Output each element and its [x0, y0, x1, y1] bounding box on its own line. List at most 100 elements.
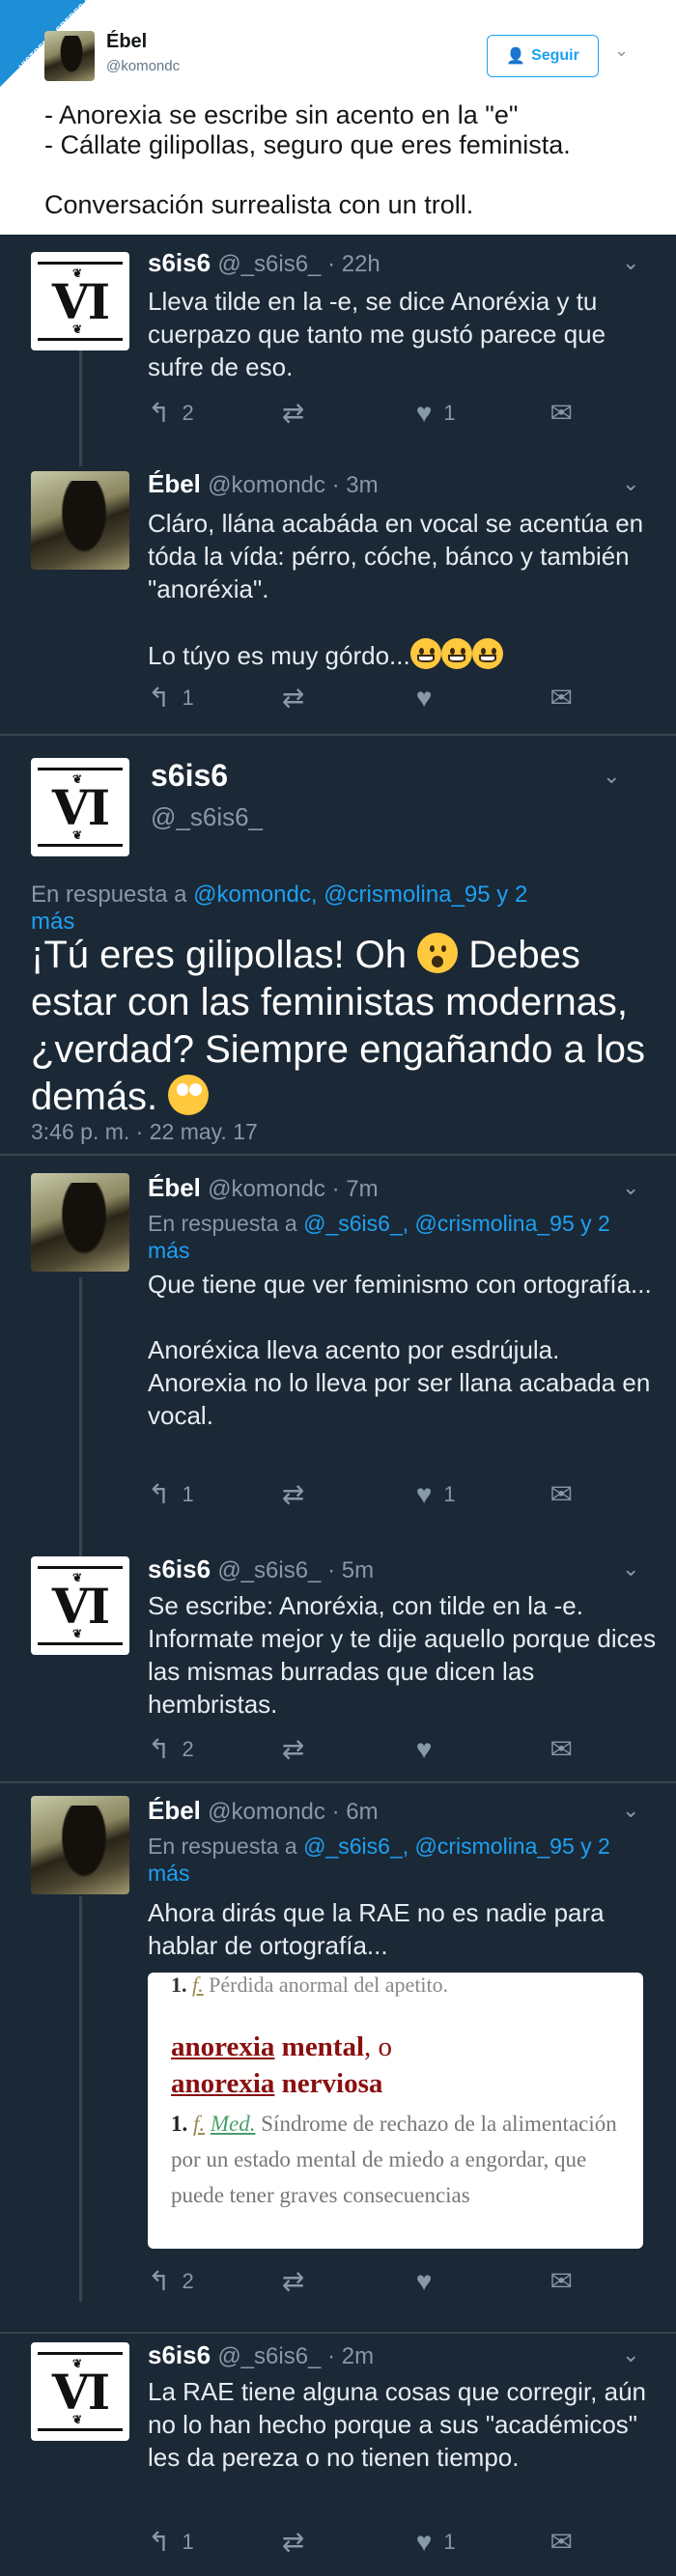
reply-count: 1: [182, 686, 194, 710]
tweet: Ébel @komondc · 3m ⌄ Cláro, llána acabád…: [0, 468, 676, 719]
reply-icon: ↰: [148, 398, 171, 428]
dm-button[interactable]: ✉: [550, 2528, 573, 2557]
author-name[interactable]: Ébel: [148, 469, 201, 498]
avatar[interactable]: VI: [31, 2342, 129, 2441]
like-icon: ♥: [415, 1479, 433, 1509]
author-handle[interactable]: @komondc: [106, 58, 180, 74]
dm-button[interactable]: ✉: [550, 2267, 573, 2296]
like-button[interactable]: ♥: [416, 2267, 550, 2296]
chevron-down-icon[interactable]: ⌄: [603, 764, 620, 789]
author-name[interactable]: Ébel: [148, 1796, 201, 1825]
retweet-button[interactable]: ⇄: [282, 1480, 416, 1509]
sense-abbr: f.: [192, 1973, 204, 1997]
author-name[interactable]: Ébel: [106, 31, 147, 53]
author-handle[interactable]: @komondc · 6m: [208, 1799, 378, 1825]
reply-button[interactable]: ↰ 1: [148, 684, 282, 713]
dm-icon: ✉: [549, 683, 573, 713]
author-handle[interactable]: @_s6is6_ · 5m: [217, 1557, 374, 1583]
attached-image-rae[interactable]: 1. f. Pérdida anormal del apetito. anore…: [148, 1973, 643, 2249]
like-button[interactable]: ♥ 1: [416, 1480, 550, 1509]
like-icon: ♥: [415, 398, 433, 428]
chevron-down-icon[interactable]: ⌄: [622, 250, 639, 275]
chevron-down-icon[interactable]: ⌄: [614, 41, 629, 61]
author-handle[interactable]: @_s6is6_ · 2m: [217, 2343, 374, 2369]
reply-button[interactable]: ↰ 2: [148, 399, 282, 428]
chevron-down-icon[interactable]: ⌄: [622, 1556, 639, 1582]
reply-button[interactable]: ↰ 2: [148, 2267, 282, 2296]
avatar[interactable]: [31, 1173, 129, 1272]
avatar[interactable]: [31, 1796, 129, 1894]
author-name[interactable]: s6is6: [148, 248, 211, 277]
retweet-button[interactable]: ⇄: [282, 1735, 416, 1764]
tweet: VI s6is6 @_s6is6_ · 2m ⌄ La RAE tiene al…: [0, 2337, 676, 2573]
rae-headword: anorexia mental, o anorexia nerviosa: [171, 2029, 392, 2102]
def-abbr: f.: [193, 2112, 206, 2136]
grin-emoji: [440, 638, 472, 669]
avatar[interactable]: [44, 31, 95, 81]
tweet: VI s6is6 @_s6is6_ · 5m ⌄ Se escribe: Ano…: [0, 1554, 676, 1777]
original-tweet: VISTOENLASREDES.COM Ébel @komondc 👤 Segu…: [0, 0, 676, 235]
tweet: Ébel @komondc · 7m ⌄ En respuesta a @_s6…: [0, 1173, 676, 1567]
author-name[interactable]: s6is6: [148, 1554, 211, 1583]
thread-line: [79, 350, 82, 466]
timestamp[interactable]: 3:46 p. m. · 22 may. 17: [31, 1119, 258, 1145]
follow-label: Seguir: [531, 47, 579, 64]
avatar[interactable]: VI: [31, 758, 129, 856]
rae-sense-1: 1. f. Pérdida anormal del apetito.: [171, 1973, 448, 1998]
author-handle[interactable]: @komondc · 3m: [208, 472, 378, 498]
dm-button[interactable]: ✉: [550, 399, 573, 428]
dm-icon: ✉: [549, 398, 573, 428]
reply-button[interactable]: ↰ 2: [148, 1735, 282, 1764]
author-name[interactable]: Ébel: [148, 1173, 201, 1202]
like-button[interactable]: ♥: [416, 1735, 550, 1764]
chevron-down-icon[interactable]: ⌄: [622, 471, 639, 496]
chevron-down-icon[interactable]: ⌄: [622, 1798, 639, 1823]
tweet-header: s6is6 @_s6is6_ · 5m: [148, 1554, 374, 1584]
reply-button[interactable]: ↰ 1: [148, 2528, 282, 2557]
divider: [0, 734, 676, 736]
tweet-actions: ↰ 1 ⇄ ♥ 1 ✉: [148, 1480, 573, 1509]
retweet-icon: ⇄: [281, 398, 305, 428]
retweet-button[interactable]: ⇄: [282, 2267, 416, 2296]
dm-icon: ✉: [549, 2266, 573, 2296]
tweet-actions: ↰ 2 ⇄ ♥ ✉: [148, 2267, 573, 2296]
like-button[interactable]: ♥: [416, 684, 550, 713]
author-handle[interactable]: @_s6is6_: [151, 802, 263, 832]
reply-count: 2: [182, 401, 194, 425]
follow-button[interactable]: 👤 Seguir: [487, 35, 599, 77]
tweet-actions: ↰ 1 ⇄ ♥ 1 ✉: [148, 2528, 573, 2557]
author-name[interactable]: s6is6: [151, 758, 228, 794]
tweet-text: ¡Tú eres gilipollas! Oh Debes estar con …: [31, 932, 659, 1121]
author-name[interactable]: s6is6: [148, 2340, 211, 2369]
chevron-down-icon[interactable]: ⌄: [622, 2342, 639, 2367]
avatar[interactable]: [31, 471, 129, 570]
avatar[interactable]: VI: [31, 1556, 129, 1655]
tweet-header: s6is6 @_s6is6_ · 2m: [148, 2340, 374, 2370]
grin-emoji: [471, 638, 503, 669]
retweet-button[interactable]: ⇄: [282, 399, 416, 428]
tweet-text: - Anorexia se escribe sin acento en la "…: [44, 100, 571, 219]
like-button[interactable]: ♥ 1: [416, 399, 550, 428]
tweet-text: Se escribe: Anoréxia, con tilde en la -e…: [148, 1591, 657, 1719]
avatar[interactable]: VI: [31, 252, 129, 350]
dm-button[interactable]: ✉: [550, 684, 573, 713]
like-button[interactable]: ♥ 1: [416, 2528, 550, 2557]
focused-tweet: VI s6is6 @_s6is6_ ⌄ En respuesta a @komo…: [0, 758, 676, 1154]
retweet-button[interactable]: ⇄: [282, 2528, 416, 2557]
dm-button[interactable]: ✉: [550, 1735, 573, 1764]
reply-button[interactable]: ↰ 1: [148, 1480, 282, 1509]
tweet-header: Ébel @komondc · 7m: [148, 1173, 379, 1203]
dm-icon: ✉: [549, 2527, 573, 2557]
retweet-button[interactable]: ⇄: [282, 684, 416, 713]
retweet-icon: ⇄: [281, 683, 305, 713]
dm-button[interactable]: ✉: [550, 1480, 573, 1509]
author-handle[interactable]: @komondc · 7m: [208, 1176, 378, 1202]
sense-number: 1.: [171, 1973, 187, 1997]
reply-context: En respuesta a @_s6is6_, @crismolina_95 …: [148, 1833, 650, 1887]
author-handle[interactable]: @_s6is6_ · 22h: [217, 251, 380, 277]
grin-emoji: [409, 638, 441, 669]
chevron-down-icon[interactable]: ⌄: [622, 1175, 639, 1200]
tweet-header: Ébel @komondc · 3m: [148, 469, 379, 499]
tweet-text-body: Cláro, llána acabáda en vocal se acentúa…: [148, 509, 644, 670]
tweet-text: Lleva tilde en la -e, se dice Anoréxia y…: [148, 287, 606, 381]
